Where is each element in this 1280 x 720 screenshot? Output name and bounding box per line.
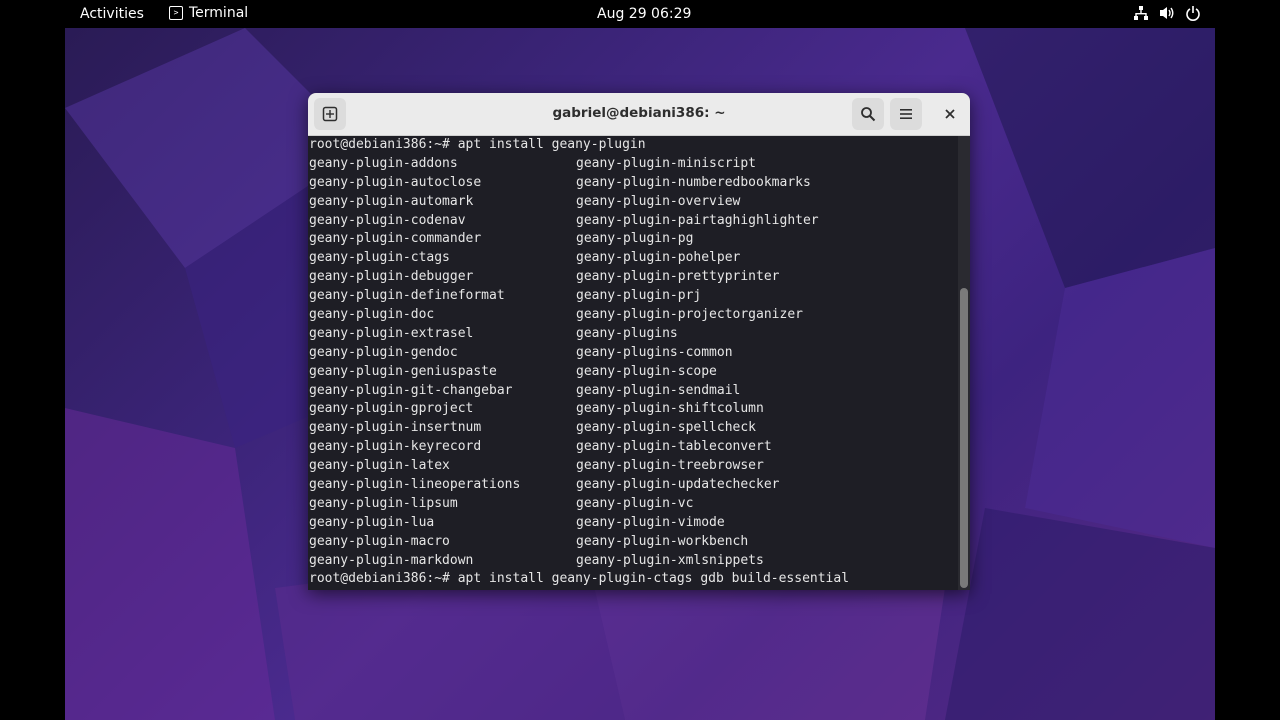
search-icon bbox=[861, 107, 876, 122]
list-item: geany-plugin-macro geany-plugin-workbench bbox=[309, 533, 959, 552]
package-name: geany-plugin-codenav bbox=[309, 212, 466, 228]
list-item: geany-plugin-latex geany-plugin-treebrows… bbox=[309, 457, 959, 476]
list-item: geany-plugin-autoclose geany-plugin-numbe… bbox=[309, 174, 959, 193]
package-name: geany-plugin-ctags bbox=[309, 250, 450, 266]
package-name: geany-plugin-insertnum bbox=[309, 420, 482, 436]
list-item: geany-plugin-insertnum geany-plugin-spell… bbox=[309, 419, 959, 438]
activities-button[interactable]: Activities bbox=[80, 6, 144, 22]
top-bar: Activities > Terminal Aug 29 06:29 bbox=[65, 0, 1215, 28]
package-name: geany-plugin-lua bbox=[309, 514, 435, 530]
package-name: geany-plugin-shiftcolumn bbox=[576, 401, 764, 417]
network-icon[interactable] bbox=[1133, 5, 1149, 21]
list-item: geany-plugin-geniuspaste geany-plugin-sco… bbox=[309, 363, 959, 382]
package-name: geany-plugin-doc bbox=[309, 307, 435, 323]
package-name: geany-plugin-treebrowser bbox=[576, 458, 764, 474]
package-name: geany-plugin-vc bbox=[576, 495, 694, 511]
search-button[interactable] bbox=[852, 98, 884, 130]
window-header-bar[interactable]: gabriel@debiani386: ~ bbox=[308, 93, 970, 136]
scrollbar-thumb[interactable] bbox=[960, 288, 968, 588]
package-name: geany-plugin-projectorganizer bbox=[576, 307, 803, 323]
package-name: geany-plugin-workbench bbox=[576, 533, 749, 549]
list-item: geany-plugin-addons geany-plugin-miniscri… bbox=[309, 155, 959, 174]
package-name: geany-plugin-gproject bbox=[309, 401, 474, 417]
package-name: geany-plugin-vimode bbox=[576, 514, 725, 530]
package-name: geany-plugin-markdown bbox=[309, 552, 474, 568]
command-line: root@debiani386:~# apt install geany-plu… bbox=[309, 571, 850, 587]
list-item: geany-plugin-ctags geany-plugin-pohelper bbox=[309, 249, 959, 268]
close-icon bbox=[945, 109, 955, 119]
system-tray[interactable] bbox=[1133, 5, 1201, 21]
list-item: geany-plugin-lineoperations geany-plugin-… bbox=[309, 476, 959, 495]
menu-button[interactable] bbox=[890, 98, 922, 130]
package-name: geany-plugin-defineformat bbox=[309, 288, 505, 304]
clock[interactable]: Aug 29 06:29 bbox=[597, 6, 691, 22]
package-name: geany-plugin-prj bbox=[576, 288, 702, 304]
package-name: geany-plugin-git-changebar bbox=[309, 382, 513, 398]
package-name: geany-plugin-xmlsnippets bbox=[576, 552, 764, 568]
terminal-output[interactable]: root@debiani386:~# apt install geany-plu… bbox=[308, 136, 958, 590]
package-list: geany-plugin-addons geany-plugin-miniscri… bbox=[308, 155, 958, 571]
package-name: geany-plugin-overview bbox=[576, 193, 741, 209]
hamburger-menu-icon bbox=[900, 109, 912, 119]
package-name: geany-plugin-commander bbox=[309, 231, 482, 247]
list-item: geany-plugin-doc geany-plugin-projectorga… bbox=[309, 306, 959, 325]
list-item: geany-plugin-codenav geany-plugin-pairtag… bbox=[309, 212, 959, 231]
package-name: geany-plugin-addons bbox=[309, 155, 458, 171]
power-icon[interactable] bbox=[1185, 5, 1201, 21]
package-name: geany-plugin-gendoc bbox=[309, 344, 458, 360]
list-item: geany-plugin-extrasel geany-plugins bbox=[309, 325, 959, 344]
list-item: geany-plugin-commander geany-plugin-pg bbox=[309, 230, 959, 249]
package-name: geany-plugin-spellcheck bbox=[576, 420, 757, 436]
list-item: geany-plugin-gendoc geany-plugins-common bbox=[309, 344, 959, 363]
package-name: geany-plugin-sendmail bbox=[576, 382, 741, 398]
package-name: geany-plugin-macro bbox=[309, 533, 450, 549]
package-name: geany-plugin-scope bbox=[576, 363, 717, 379]
package-name: geany-plugin-keyrecord bbox=[309, 439, 482, 455]
volume-icon[interactable] bbox=[1159, 5, 1175, 21]
package-name: geany-plugins bbox=[576, 325, 678, 341]
package-name: geany-plugin-miniscript bbox=[576, 155, 757, 171]
package-name: geany-plugin-pairtaghighlighter bbox=[576, 212, 819, 228]
terminal-icon: > bbox=[169, 6, 183, 20]
close-button[interactable] bbox=[938, 102, 962, 126]
list-item: geany-plugin-debugger geany-plugin-pretty… bbox=[309, 268, 959, 287]
package-name: geany-plugin-updatechecker bbox=[576, 477, 780, 493]
app-menu-terminal[interactable]: > Terminal bbox=[169, 5, 248, 21]
app-menu-label: Terminal bbox=[189, 5, 249, 21]
list-item: geany-plugin-lua geany-plugin-vimode bbox=[309, 514, 959, 533]
package-name: geany-plugin-extrasel bbox=[309, 325, 474, 341]
package-name: geany-plugin-tableconvert bbox=[576, 439, 772, 455]
package-name: geany-plugin-automark bbox=[309, 193, 474, 209]
terminal-window[interactable]: gabriel@debiani386: ~ root@debiani386:~#… bbox=[308, 93, 970, 590]
package-name: geany-plugin-latex bbox=[309, 458, 450, 474]
package-name: geany-plugins-common bbox=[576, 344, 733, 360]
list-item: geany-plugin-git-changebar geany-plugin-s… bbox=[309, 382, 959, 401]
list-item: geany-plugin-markdown geany-plugin-xmlsni… bbox=[309, 552, 959, 571]
package-name: geany-plugin-debugger bbox=[309, 269, 474, 285]
package-name: geany-plugin-prettyprinter bbox=[576, 269, 780, 285]
list-item: geany-plugin-keyrecord geany-plugin-table… bbox=[309, 438, 959, 457]
package-name: geany-plugin-lipsum bbox=[309, 495, 458, 511]
package-name: geany-plugin-geniuspaste bbox=[309, 363, 497, 379]
package-name: geany-plugin-lineoperations bbox=[309, 477, 521, 493]
package-name: geany-plugin-pohelper bbox=[576, 250, 741, 266]
package-name: geany-plugin-numberedbookmarks bbox=[576, 174, 811, 190]
package-name: geany-plugin-autoclose bbox=[309, 174, 482, 190]
list-item: geany-plugin-automark geany-plugin-overvi… bbox=[309, 193, 959, 212]
command-line: root@debiani386:~# apt install geany-plu… bbox=[309, 137, 646, 152]
list-item: geany-plugin-lipsum geany-plugin-vc bbox=[309, 495, 959, 514]
list-item: geany-plugin-defineformat geany-plugin-pr… bbox=[309, 287, 959, 306]
list-item: geany-plugin-gproject geany-plugin-shiftc… bbox=[309, 400, 959, 419]
package-name: geany-plugin-pg bbox=[576, 231, 694, 247]
